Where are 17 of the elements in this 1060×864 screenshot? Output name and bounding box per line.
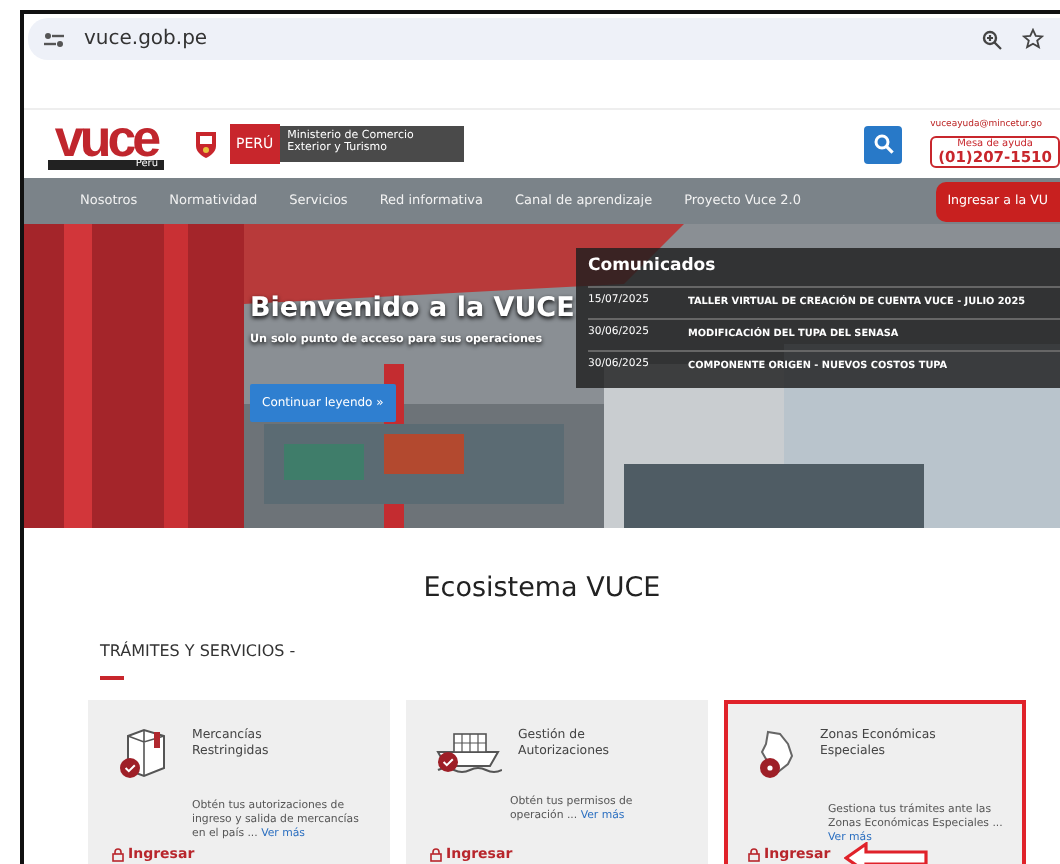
section-title: Ecosistema VUCE xyxy=(421,570,663,608)
lock-icon xyxy=(430,847,442,861)
search-icon xyxy=(873,134,894,154)
news-panel-title: Comunicados xyxy=(588,254,718,280)
address-bar[interactable]: vuce.gob.pe xyxy=(28,18,1060,60)
bookmark-star-icon[interactable] xyxy=(1022,28,1044,50)
section-heading: TRÁMITES Y SERVICIOS - xyxy=(100,640,296,665)
ship-icon xyxy=(434,728,502,777)
url-text: vuce.gob.pe xyxy=(84,26,208,54)
site-settings-icon[interactable] xyxy=(44,31,64,47)
vuce-logo[interactable]: vuce xyxy=(54,118,158,160)
hero-title: Bienvenido a la VUCE xyxy=(250,290,575,328)
coat-of-arms-icon xyxy=(192,128,220,160)
search-button[interactable] xyxy=(864,125,903,163)
lock-icon xyxy=(112,847,124,861)
zoom-icon[interactable] xyxy=(982,29,1002,49)
lock-icon xyxy=(748,847,760,861)
